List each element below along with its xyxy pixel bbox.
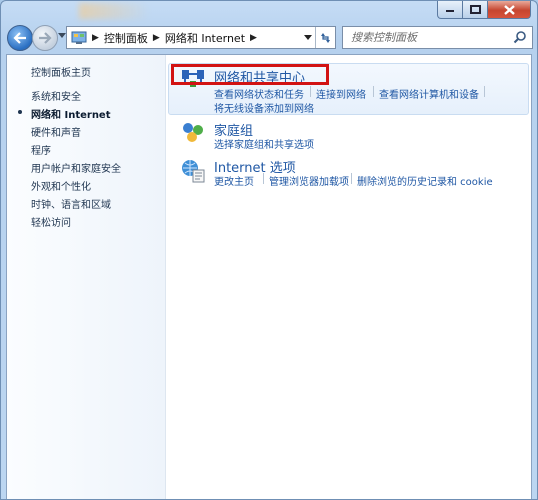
caption-buttons xyxy=(437,1,531,19)
sidebar-item-hardware-sound[interactable]: 硬件和声音 xyxy=(31,124,81,139)
sidebar-item-programs[interactable]: 程序 xyxy=(31,142,51,157)
search-input[interactable] xyxy=(349,30,513,45)
breadcrumb-network-internet[interactable]: 网络和 Internet xyxy=(165,30,245,46)
separator xyxy=(484,86,485,97)
current-item-bullet xyxy=(18,110,22,114)
homegroup-icon[interactable] xyxy=(180,120,206,144)
view-network-status-link[interactable]: 查看网络状态和任务 xyxy=(214,86,304,101)
forward-arrow-icon xyxy=(39,32,52,44)
close-button[interactable] xyxy=(487,1,531,19)
chevron-down-icon xyxy=(304,35,312,40)
navigation-bar: ▶ 控制面板 ▶ 网络和 Internet ▶ xyxy=(1,23,537,51)
add-wireless-device-link[interactable]: 将无线设备添加到网络 xyxy=(214,100,314,115)
delete-history-link[interactable]: 删除浏览的历史记录和 cookie xyxy=(357,173,493,188)
search-box[interactable] xyxy=(342,26,533,49)
minimize-button[interactable] xyxy=(437,1,463,19)
breadcrumb-arrow-icon[interactable]: ▶ xyxy=(250,33,257,43)
recent-pages-dropdown[interactable] xyxy=(58,33,66,38)
maximize-icon xyxy=(469,5,481,14)
separator xyxy=(310,86,311,97)
window: ▶ 控制面板 ▶ 网络和 Internet ▶ 控制面板主页 xyxy=(0,0,538,500)
highlight-annotation-box xyxy=(171,64,329,85)
back-button[interactable] xyxy=(7,25,33,51)
refresh-button[interactable] xyxy=(315,27,335,48)
sidebar-item-system-security[interactable]: 系统和安全 xyxy=(31,88,81,103)
refresh-icon xyxy=(321,32,330,43)
sidebar-item-clock-language[interactable]: 时钟、语言和区域 xyxy=(31,196,111,211)
maximize-button[interactable] xyxy=(463,1,487,19)
forward-button[interactable] xyxy=(32,25,58,51)
view-network-computers-link[interactable]: 查看网络计算机和设备 xyxy=(379,86,479,101)
sidebar-item-network-internet[interactable]: 网络和 Internet xyxy=(31,106,111,121)
main-panel: 网络和共享中心 查看网络状态和任务 连接到网络 查看网络计算机和设备 将无线设备… xyxy=(166,55,531,499)
breadcrumb-arrow-icon[interactable]: ▶ xyxy=(92,33,99,43)
minimize-icon xyxy=(446,9,454,12)
connect-to-network-link[interactable]: 连接到网络 xyxy=(316,86,366,101)
separator xyxy=(373,86,374,97)
sidebar-item-home[interactable]: 控制面板主页 xyxy=(31,64,91,79)
address-dropdown-button[interactable] xyxy=(300,27,316,48)
close-icon xyxy=(503,4,515,15)
change-homepage-link[interactable]: 更改主页 xyxy=(214,173,254,188)
sidebar: 控制面板主页 系统和安全 网络和 Internet 硬件和声音 程序 用户帐户和… xyxy=(7,55,166,499)
internet-options-icon[interactable] xyxy=(180,157,206,183)
background-blur xyxy=(79,3,149,19)
homegroup-options-link[interactable]: 选择家庭组和共享选项 xyxy=(214,136,314,151)
separator xyxy=(263,173,264,184)
sidebar-item-appearance[interactable]: 外观和个性化 xyxy=(31,178,91,193)
separator xyxy=(351,173,352,184)
sidebar-item-user-accounts[interactable]: 用户帐户和家庭安全 xyxy=(31,160,121,175)
breadcrumb-arrow-icon[interactable]: ▶ xyxy=(153,33,160,43)
search-icon[interactable] xyxy=(513,30,527,44)
address-bar[interactable]: ▶ 控制面板 ▶ 网络和 Internet ▶ xyxy=(66,26,336,49)
control-panel-icon xyxy=(71,31,87,44)
content-area: 控制面板主页 系统和安全 网络和 Internet 硬件和声音 程序 用户帐户和… xyxy=(6,54,532,499)
sidebar-item-ease-of-access[interactable]: 轻松访问 xyxy=(31,214,71,229)
manage-addons-link[interactable]: 管理浏览器加载项 xyxy=(269,173,349,188)
breadcrumb-control-panel[interactable]: 控制面板 xyxy=(104,30,148,46)
back-arrow-icon xyxy=(13,32,26,44)
